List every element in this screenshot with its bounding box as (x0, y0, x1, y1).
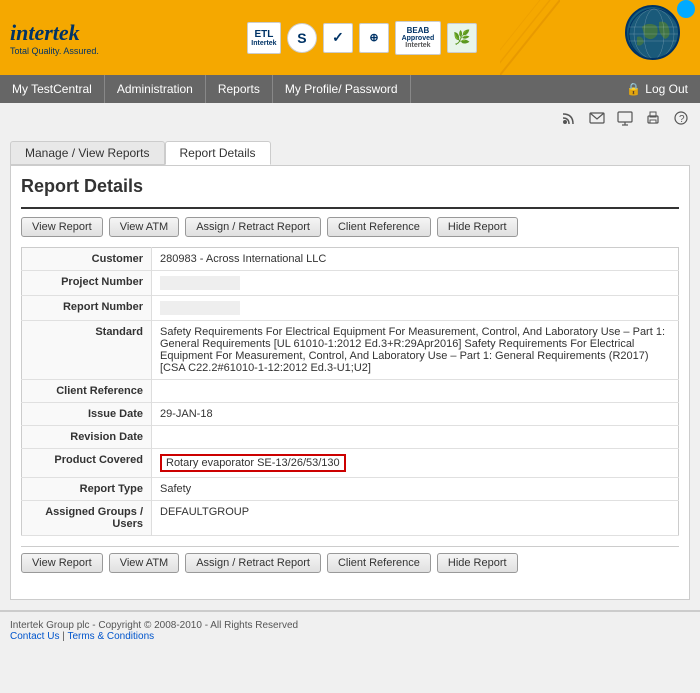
view-atm-button-top[interactable]: View ATM (109, 217, 180, 237)
table-row-product-covered: Product Covered Rotary evaporator SE-13/… (22, 449, 679, 478)
report-type-label: Report Type (22, 478, 152, 501)
client-reference-button-bottom[interactable]: Client Reference (327, 553, 431, 573)
table-row-assigned-groups: Assigned Groups / Users DEFAULTGROUP (22, 501, 679, 536)
table-row-client-reference: Client Reference (22, 380, 679, 403)
customer-value: 280983 - Across International LLC (152, 248, 679, 271)
table-row-standard: Standard Safety Requirements For Electri… (22, 321, 679, 380)
tab-report-details[interactable]: Report Details (165, 141, 271, 165)
header: intertek Total Quality. Assured. ETLInte… (0, 0, 700, 75)
logo: intertek Total Quality. Assured. (10, 20, 99, 56)
lock-icon: 🔒 (626, 82, 641, 96)
globe-icon (625, 5, 690, 70)
table-row-revision-date: Revision Date (22, 426, 679, 449)
tabs: Manage / View Reports Report Details (0, 133, 700, 165)
nav-my-testcentral[interactable]: My TestCentral (0, 75, 105, 103)
table-row-issue-date: Issue Date 29-JAN-18 (22, 403, 679, 426)
page-title: Report Details (21, 176, 679, 197)
project-number-value (152, 271, 679, 296)
view-report-button-top[interactable]: View Report (21, 217, 103, 237)
standard-label: Standard (22, 321, 152, 380)
client-reference-button-top[interactable]: Client Reference (327, 217, 431, 237)
navbar: My TestCentral Administration Reports My… (0, 75, 700, 103)
table-row-report-type: Report Type Safety (22, 478, 679, 501)
client-reference-value (152, 380, 679, 403)
leaf-icon: 🌿 (447, 23, 477, 53)
print-icon[interactable] (642, 107, 664, 129)
logo-text: intertek (10, 20, 99, 46)
project-number-masked (160, 276, 240, 290)
monitor-icon[interactable] (614, 107, 636, 129)
assigned-groups-value: DEFAULTGROUP (152, 501, 679, 536)
etl-icon: ETLIntertek (247, 22, 281, 54)
revision-date-label: Revision Date (22, 426, 152, 449)
standard-value: Safety Requirements For Electrical Equip… (152, 321, 679, 380)
page-footer: Intertek Group plc - Copyright © 2008-20… (0, 610, 700, 650)
certification-icons: ETLIntertek S ✓ ⊕ BEAB Approved Intertek… (247, 21, 477, 55)
email-icon[interactable] (586, 107, 608, 129)
toolbar-icons: ? (0, 103, 700, 133)
product-covered-label: Product Covered (22, 449, 152, 478)
section-divider (21, 207, 679, 209)
details-table: Customer 280983 - Across International L… (21, 247, 679, 536)
footer-links: Contact Us | Terms & Conditions (10, 631, 690, 642)
report-type-value: Safety (152, 478, 679, 501)
table-row-report-number: Report Number (22, 296, 679, 321)
tab-manage-reports[interactable]: Manage / View Reports (10, 141, 165, 165)
globe-svg (627, 7, 680, 60)
product-covered-value: Rotary evaporator SE-13/26/53/130 (152, 449, 679, 478)
nav-reports[interactable]: Reports (206, 75, 273, 103)
customer-label: Customer (22, 248, 152, 271)
view-atm-button-bottom[interactable]: View ATM (109, 553, 180, 573)
logout-button[interactable]: 🔒 Log Out (614, 75, 700, 103)
diagonal-decoration (500, 0, 560, 75)
issue-date-value: 29-JAN-18 (152, 403, 679, 426)
revision-date-value (152, 426, 679, 449)
project-number-label: Project Number (22, 271, 152, 296)
table-row-project-number: Project Number (22, 271, 679, 296)
s-icon: S (287, 23, 317, 53)
check-icon: ✓ (323, 23, 353, 53)
assigned-groups-label: Assigned Groups / Users (22, 501, 152, 536)
copyright-text: Intertek Group plc - Copyright © 2008-20… (10, 620, 690, 631)
assign-retract-button-bottom[interactable]: Assign / Retract Report (185, 553, 321, 573)
terms-link[interactable]: Terms & Conditions (67, 631, 154, 642)
content-area: Report Details View Report View ATM Assi… (10, 166, 690, 600)
diamond-icon: ⊕ (359, 23, 389, 53)
blue-dot (677, 0, 695, 18)
nav-administration[interactable]: Administration (105, 75, 206, 103)
help-icon[interactable]: ? (670, 107, 692, 129)
report-number-masked (160, 301, 240, 315)
view-report-button-bottom[interactable]: View Report (21, 553, 103, 573)
svg-text:?: ? (679, 114, 685, 125)
table-row-customer: Customer 280983 - Across International L… (22, 248, 679, 271)
report-number-label: Report Number (22, 296, 152, 321)
product-covered-highlighted: Rotary evaporator SE-13/26/53/130 (160, 454, 346, 472)
button-row-bottom: View Report View ATM Assign / Retract Re… (21, 546, 679, 579)
rss-icon[interactable] (558, 107, 580, 129)
button-row-top: View Report View ATM Assign / Retract Re… (21, 217, 679, 237)
beab-icon: BEAB Approved Intertek (395, 21, 441, 55)
hide-report-button-bottom[interactable]: Hide Report (437, 553, 518, 573)
issue-date-label: Issue Date (22, 403, 152, 426)
contact-us-link[interactable]: Contact Us (10, 631, 59, 642)
nav-profile-password[interactable]: My Profile/ Password (273, 75, 411, 103)
report-number-value (152, 296, 679, 321)
logo-tagline: Total Quality. Assured. (10, 46, 99, 56)
hide-report-button-top[interactable]: Hide Report (437, 217, 518, 237)
assign-retract-button-top[interactable]: Assign / Retract Report (185, 217, 321, 237)
client-reference-label: Client Reference (22, 380, 152, 403)
